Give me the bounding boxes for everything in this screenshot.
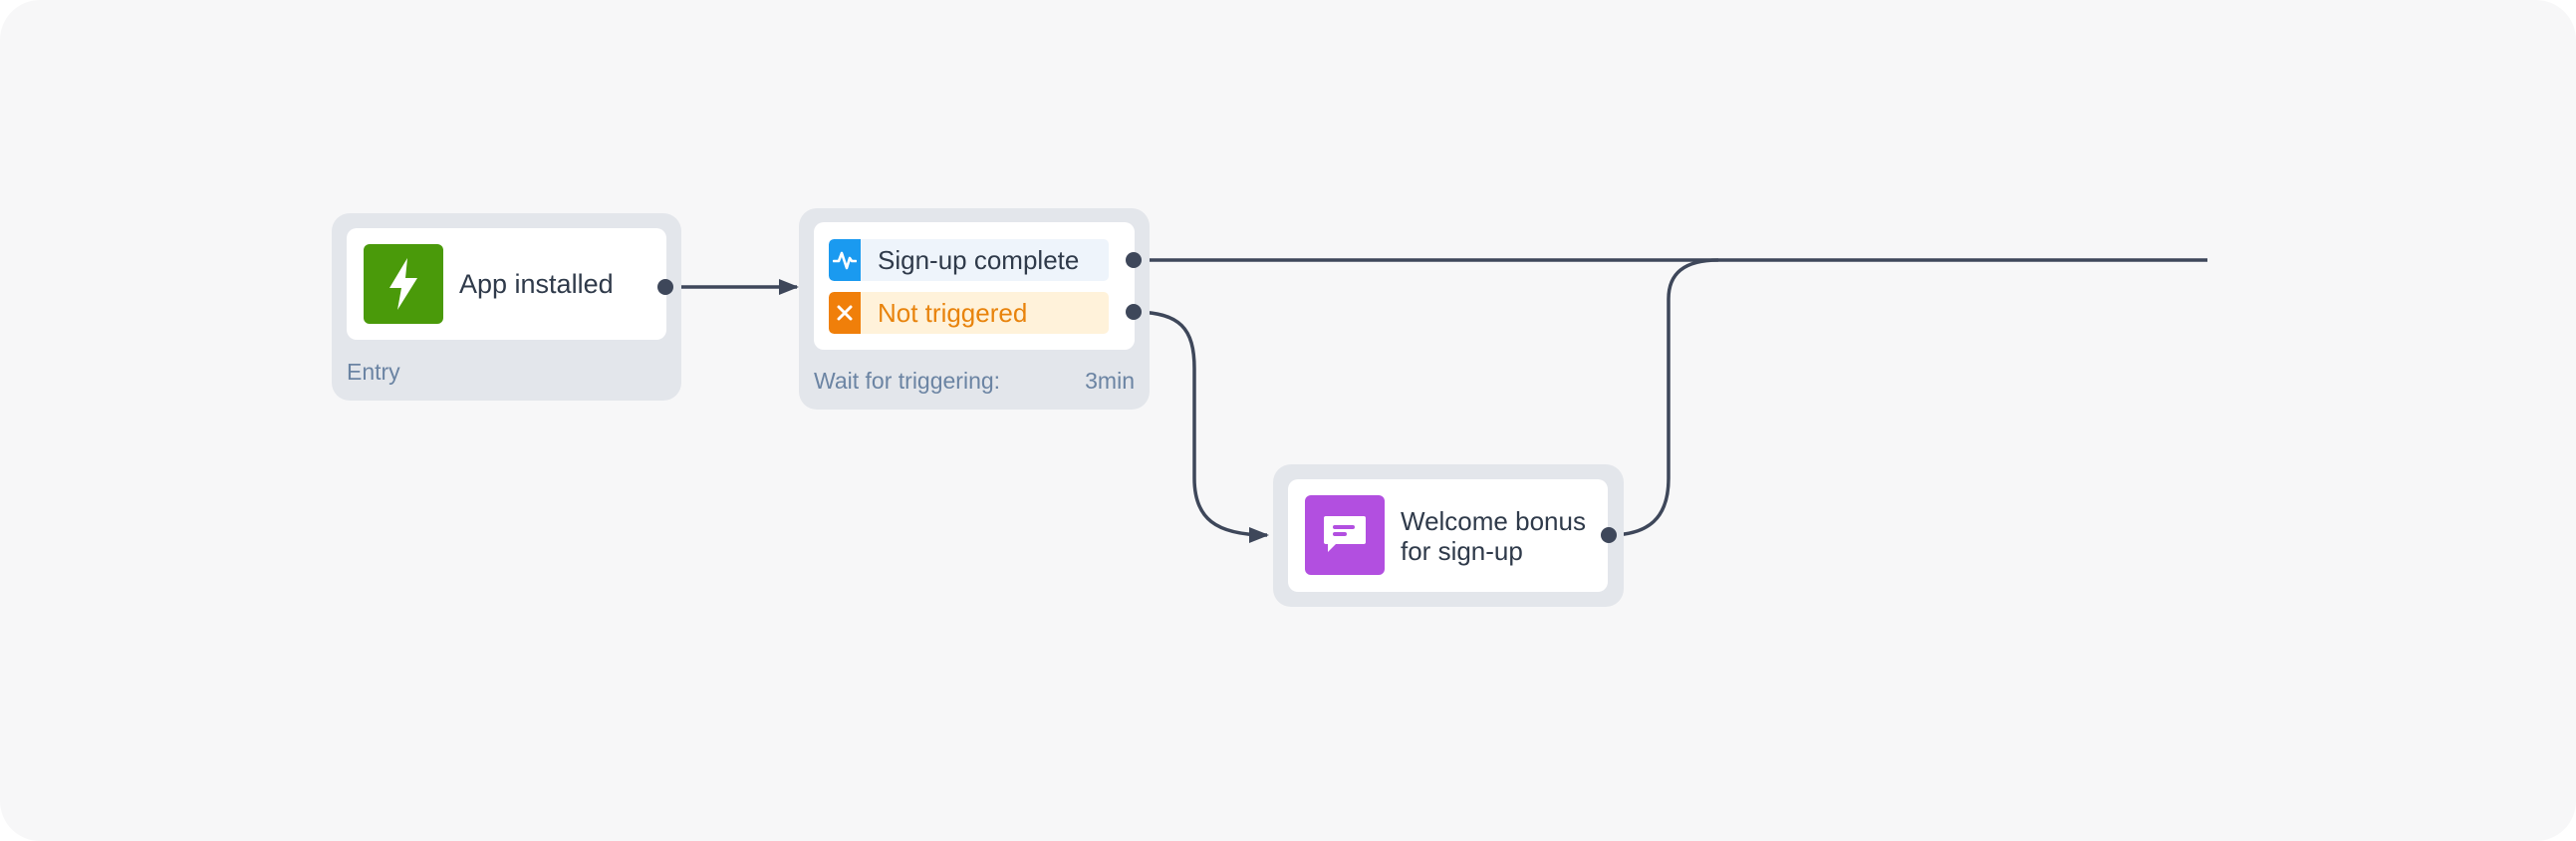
wait-conditions-card: Sign-up complete Not triggered bbox=[814, 222, 1135, 350]
close-icon bbox=[829, 292, 861, 334]
condition-not-triggered[interactable]: Not triggered bbox=[829, 292, 1109, 334]
message-title-line-2: for sign-up bbox=[1401, 536, 1523, 566]
connector-not-triggered-to-message bbox=[1133, 310, 1269, 543]
wait-duration: 3min bbox=[1085, 368, 1135, 394]
connections bbox=[665, 258, 2207, 543]
wait-node[interactable]: Sign-up complete Not triggered Wait for … bbox=[799, 208, 1150, 410]
entry-card[interactable]: App installed bbox=[347, 228, 666, 340]
condition-not-triggered-label: Not triggered bbox=[878, 297, 1028, 328]
message-output-port[interactable] bbox=[1601, 527, 1617, 543]
signup-complete-output-port[interactable] bbox=[1126, 252, 1142, 268]
message-node[interactable]: Welcome bonus for sign-up bbox=[1273, 464, 1624, 607]
message-card[interactable]: Welcome bonus for sign-up bbox=[1288, 479, 1608, 592]
message-icon bbox=[1305, 495, 1385, 575]
entry-title: App installed bbox=[459, 269, 614, 299]
message-title-line-1: Welcome bonus bbox=[1401, 506, 1586, 536]
condition-signup-complete-label: Sign-up complete bbox=[878, 244, 1080, 275]
entry-node[interactable]: App installed Entry bbox=[332, 213, 681, 401]
connector-message-to-exit bbox=[1608, 258, 1719, 537]
entry-caption: Entry bbox=[347, 359, 400, 385]
flow-canvas: App installed Entry Sign-up complete Not… bbox=[0, 0, 2576, 841]
condition-signup-complete[interactable]: Sign-up complete bbox=[829, 239, 1109, 281]
not-triggered-output-port[interactable] bbox=[1126, 304, 1142, 320]
lightning-icon bbox=[364, 244, 443, 324]
wait-caption: Wait for triggering: bbox=[814, 368, 1001, 394]
entry-output-port[interactable] bbox=[657, 279, 673, 295]
pulse-icon bbox=[829, 239, 861, 281]
